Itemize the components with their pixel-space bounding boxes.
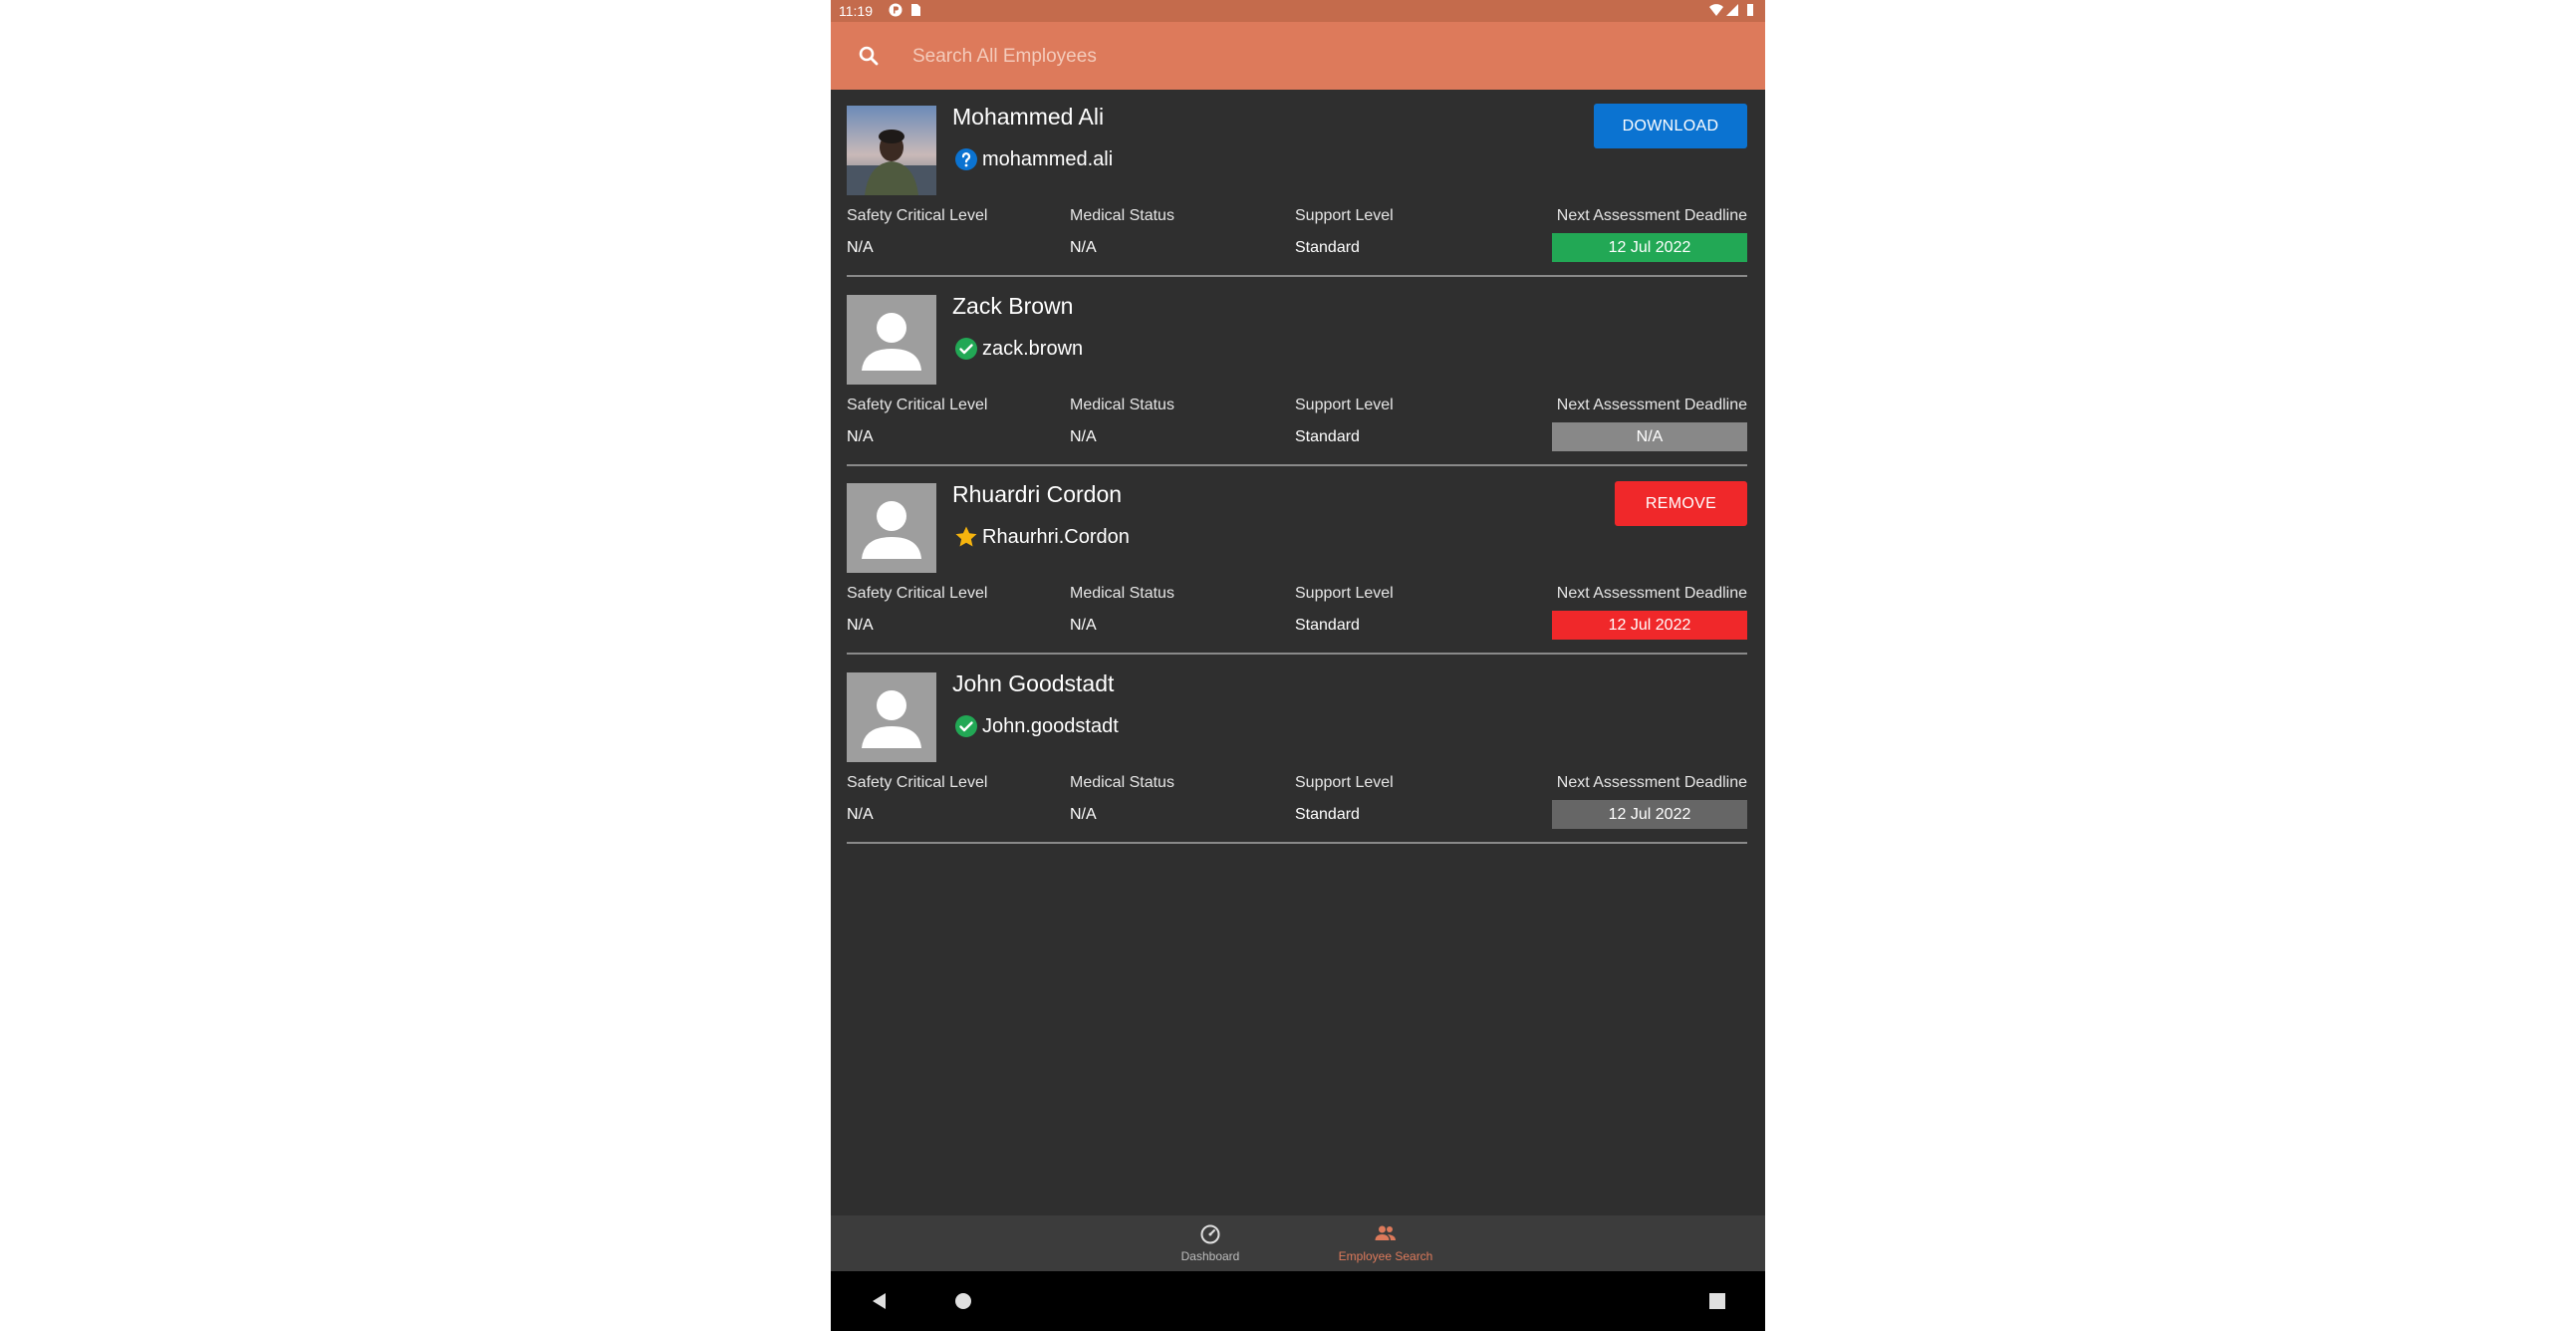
safety-level-label: Safety Critical Level [847,397,988,413]
wifi-icon [1709,3,1723,17]
status-bar: 11:19 [831,0,1765,22]
home-icon[interactable] [951,1289,975,1313]
pocket-icon [889,3,902,17]
safety-level-value: N/A [847,617,874,634]
safety-level-label: Safety Critical Level [847,774,988,791]
safety-level-value: N/A [847,239,874,256]
deadline-badge: 12 Jul 2022 [1552,800,1747,829]
employee-card[interactable]: Mohammed Ali mohammed.ali DOWNLOAD Safet… [847,90,1747,277]
deadline-badge: N/A [1552,422,1747,451]
medical-status-value: N/A [1070,617,1097,634]
nav-item-dashboard[interactable]: Dashboard [1175,1221,1245,1267]
support-level-label: Support Level [1295,397,1394,413]
employee-username: zack.brown [982,338,1084,360]
avatar-placeholder [847,295,936,385]
employee-name: Zack Brown [952,293,1074,319]
divider [847,653,1747,655]
employee-name: Rhuardri Cordon [952,481,1123,507]
deadline-label: Next Assessment Deadline [1556,585,1747,602]
check-circle-icon [954,714,978,738]
employee-name: John Goodstadt [952,670,1115,696]
back-icon[interactable] [868,1289,892,1313]
employee-card[interactable]: Rhuardri Cordon Rhaurhri.Cordon REMOVE S… [847,467,1747,655]
employee-username: mohammed.ali [982,148,1114,170]
support-level-label: Support Level [1295,774,1394,791]
support-level-label: Support Level [1295,585,1394,602]
tablet-screen: 11:19 Search All Employees Mohammed Ali … [831,0,1765,1331]
search-input[interactable] [910,38,1731,76]
employee-card[interactable]: John Goodstadt John.goodstadt Safety Cri… [847,657,1747,844]
support-level-value: Standard [1295,428,1360,445]
signal-icon [1725,3,1739,17]
divider [847,842,1747,844]
medical-status-label: Medical Status [1070,585,1174,602]
support-level-value: Standard [1295,239,1360,256]
medical-status-label: Medical Status [1070,774,1174,791]
safety-level-label: Safety Critical Level [847,585,988,602]
deadline-badge: 12 Jul 2022 [1552,611,1747,640]
support-level-value: Standard [1295,617,1360,634]
employee-name: Mohammed Ali [952,104,1105,130]
deadline-label: Next Assessment Deadline [1556,207,1747,224]
nav-label-dashboard: Dashboard [1180,1249,1240,1263]
remove-button[interactable]: REMOVE [1615,481,1747,526]
medical-status-label: Medical Status [1070,397,1174,413]
bottom-navigation: Dashboard Employee Search [831,1215,1765,1271]
deadline-label: Next Assessment Deadline [1556,774,1747,791]
check-circle-icon [954,337,978,361]
sd-card-icon [908,3,922,17]
employee-username: John.goodstadt [982,715,1119,737]
employee-card[interactable]: Zack Brown zack.brown Safety Critical Le… [847,279,1747,466]
nav-label-employee-search: Employee Search [1338,1249,1433,1263]
people-icon [1374,1221,1398,1245]
question-icon [954,147,978,171]
medical-status-value: N/A [1070,239,1097,256]
medical-status-value: N/A [1070,428,1097,445]
nav-item-employee-search[interactable]: Employee Search [1325,1221,1446,1267]
avatar-placeholder [847,483,936,573]
search-bar [831,22,1765,90]
status-time: 11:19 [839,3,873,19]
medical-status-value: N/A [1070,806,1097,823]
divider [847,464,1747,466]
avatar-placeholder [847,672,936,762]
battery-icon [1743,3,1757,17]
divider [847,275,1747,277]
system-navigation [831,1271,1765,1331]
dashboard-icon [1198,1221,1222,1245]
avatar-photo [847,106,936,195]
deadline-label: Next Assessment Deadline [1556,397,1747,413]
search-icon[interactable] [857,44,881,68]
support-level-value: Standard [1295,806,1360,823]
safety-level-value: N/A [847,428,874,445]
safety-level-value: N/A [847,806,874,823]
employee-username: Rhaurhri.Cordon [982,526,1130,548]
download-button[interactable]: DOWNLOAD [1594,104,1747,148]
recents-icon[interactable] [1705,1289,1729,1313]
support-level-label: Support Level [1295,207,1394,224]
medical-status-label: Medical Status [1070,207,1174,224]
deadline-badge: 12 Jul 2022 [1552,233,1747,262]
safety-level-label: Safety Critical Level [847,207,988,224]
star-icon [954,525,978,549]
